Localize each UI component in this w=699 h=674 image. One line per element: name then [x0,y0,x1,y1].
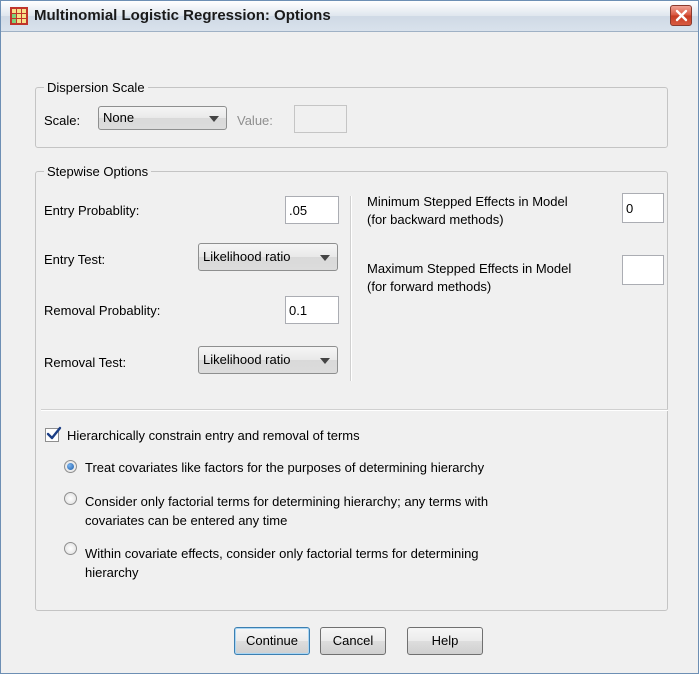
cancel-button[interactable]: Cancel [320,627,386,655]
max-effects-label-line1: Maximum Stepped Effects in Model [367,261,572,276]
dispersion-scale-title: Dispersion Scale [44,80,148,95]
window-title: Multinomial Logistic Regression: Options [34,7,331,24]
scale-dropdown-value: None [103,110,135,125]
dropdown-arrow-icon [320,255,330,261]
close-icon [675,9,688,22]
radio-treat-covariates-label[interactable]: Treat covariates like factors for the pu… [85,460,484,475]
checkmark-icon [46,426,62,440]
max-effects-label-line2: (for forward methods) [367,279,492,294]
radio-factorial-only-label-line2[interactable]: covariates can be entered any time [85,513,287,528]
entry-probability-input[interactable] [285,196,339,224]
title-bar[interactable]: Multinomial Logistic Regression: Options [1,1,698,32]
removal-probability-input[interactable] [285,296,339,324]
value-input[interactable] [294,105,347,133]
dropdown-arrow-icon [320,358,330,364]
min-effects-label-line2: (for backward methods) [367,212,504,227]
entry-test-value: Likelihood ratio [203,249,291,264]
min-effects-input[interactable] [622,193,664,223]
dropdown-arrow-icon [209,116,219,122]
radio-treat-covariates[interactable] [64,460,77,473]
radio-factorial-only-label-line1[interactable]: Consider only factorial terms for determ… [85,494,488,509]
removal-test-label: Removal Test: [44,355,127,370]
entry-test-dropdown[interactable]: Likelihood ratio [198,243,338,271]
removal-probability-label: Removal Probablity: [44,303,161,318]
min-effects-label-line1: Minimum Stepped Effects in Model [367,194,568,209]
help-button[interactable]: Help [407,627,483,655]
max-effects-input[interactable] [622,255,664,285]
dialog-window: Multinomial Logistic Regression: Options… [0,0,699,674]
radio-within-covariate-label-line1[interactable]: Within covariate effects, consider only … [85,546,479,561]
entry-test-label: Entry Test: [44,252,106,267]
removal-test-dropdown[interactable]: Likelihood ratio [198,346,338,374]
radio-factorial-only[interactable] [64,492,77,505]
value-label: Value: [237,113,273,128]
scale-label: Scale: [44,113,81,128]
hierarchy-checkbox[interactable] [45,426,62,442]
radio-within-covariate[interactable] [64,542,77,555]
stepwise-options-title: Stepwise Options [44,164,152,179]
continue-button[interactable]: Continue [234,627,310,655]
radio-within-covariate-label-line2[interactable]: hierarchy [85,565,138,580]
close-button[interactable] [670,5,692,26]
horizontal-divider [41,409,668,411]
vertical-divider [350,196,352,381]
app-grid-icon [10,7,28,25]
scale-dropdown[interactable]: None [98,106,227,130]
removal-test-value: Likelihood ratio [203,352,291,367]
entry-probability-label: Entry Probablity: [44,203,140,218]
hierarchy-checkbox-label[interactable]: Hierarchically constrain entry and remov… [67,428,360,443]
